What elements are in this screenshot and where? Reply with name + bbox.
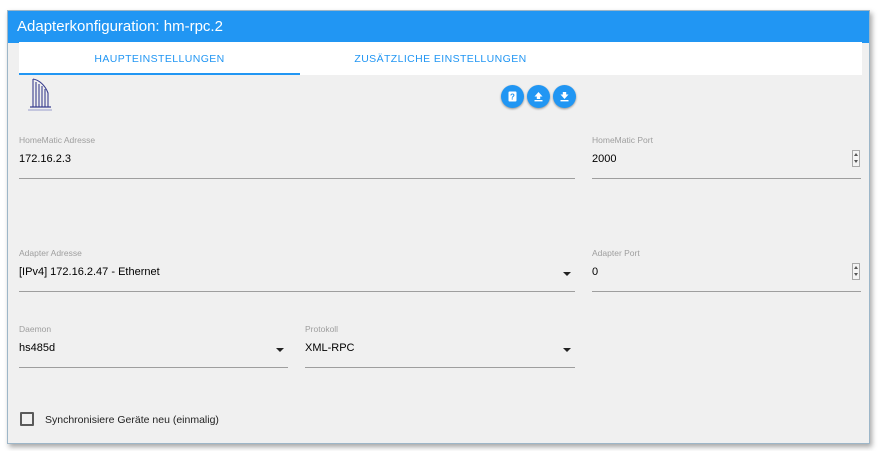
tab-main-settings[interactable]: HAUPTEINSTELLUNGEN	[19, 42, 300, 75]
protocol-label: Protokoll	[305, 324, 339, 334]
protocol-select[interactable]: Protokoll XML-RPC	[305, 324, 575, 368]
adapter-port-stepper[interactable]	[852, 263, 860, 280]
homematic-logo-icon	[28, 78, 52, 111]
tab-additional-settings[interactable]: ZUSÄTZLICHE EINSTELLUNGEN	[300, 42, 581, 75]
help-icon: ?	[508, 91, 517, 102]
homematic-port-value[interactable]: 2000	[592, 153, 616, 165]
tab-bar: HAUPTEINSTELLUNGEN ZUSÄTZLICHE EINSTELLU…	[19, 42, 862, 75]
homematic-address-field[interactable]: HomeMatic Adresse 172.16.2.3	[19, 135, 575, 179]
chevron-down-icon[interactable]	[563, 272, 571, 276]
daemon-value: hs485d	[19, 342, 56, 354]
download-icon	[560, 92, 569, 102]
help-button[interactable]: ?	[501, 85, 524, 108]
stepper-down-icon[interactable]	[853, 158, 859, 165]
daemon-label: Daemon	[19, 324, 52, 334]
adapter-port-field[interactable]: Adapter Port 0	[592, 248, 861, 292]
stepper-up-icon[interactable]	[853, 264, 859, 271]
adapter-address-select[interactable]: Adapter Adresse [IPv4] 172.16.2.47 - Eth…	[19, 248, 575, 292]
chevron-down-icon[interactable]	[563, 348, 571, 352]
chevron-down-icon[interactable]	[276, 348, 284, 352]
homematic-port-field[interactable]: HomeMatic Port 2000	[592, 135, 861, 179]
daemon-select[interactable]: Daemon hs485d	[19, 324, 288, 368]
homematic-address-label: HomeMatic Adresse	[19, 135, 96, 145]
sync-devices-checkbox[interactable]	[20, 412, 34, 426]
svg-text:?: ?	[510, 93, 515, 102]
homematic-port-stepper[interactable]	[852, 150, 860, 167]
adapter-config-window: Adapterkonfiguration: hm-rpc.2 HAUPTEINS…	[7, 10, 870, 444]
upload-button[interactable]	[527, 85, 550, 108]
adapter-port-value[interactable]: 0	[592, 266, 598, 278]
adapter-address-label: Adapter Adresse	[19, 248, 82, 258]
protocol-value: XML-RPC	[305, 342, 355, 354]
adapter-port-label: Adapter Port	[592, 248, 640, 258]
homematic-address-value[interactable]: 172.16.2.3	[19, 153, 71, 165]
sync-devices-label[interactable]: Synchronisiere Geräte neu (einmalig)	[45, 414, 219, 426]
homematic-port-label: HomeMatic Port	[592, 135, 653, 145]
adapter-address-value: [IPv4] 172.16.2.47 - Ethernet	[19, 266, 160, 278]
download-button[interactable]	[553, 85, 576, 108]
window-title: Adapterkonfiguration: hm-rpc.2	[8, 11, 869, 43]
stepper-up-icon[interactable]	[853, 151, 859, 158]
upload-icon	[534, 92, 543, 102]
stepper-down-icon[interactable]	[853, 271, 859, 278]
